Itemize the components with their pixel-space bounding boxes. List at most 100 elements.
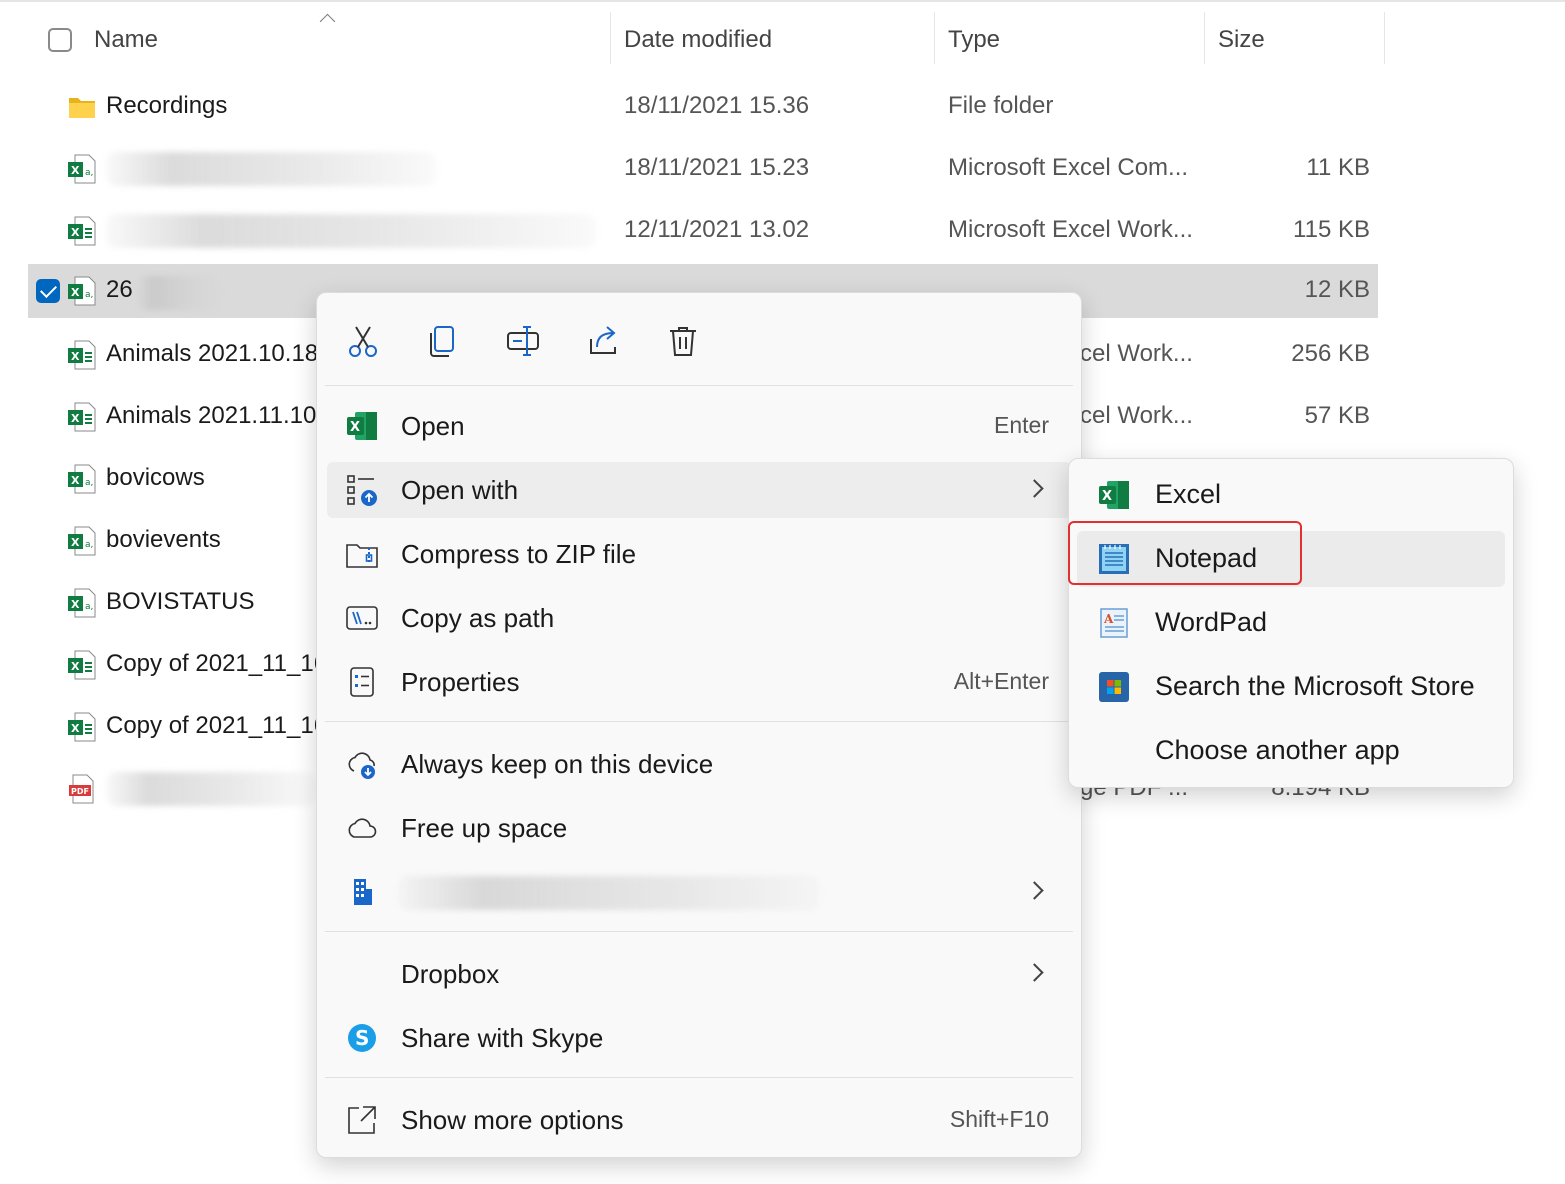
svg-text:PDF: PDF [71,787,89,796]
menu-item-label: Compress to ZIP file [401,539,637,569]
file-name: Animals 2021.11.10 [106,402,317,429]
menu-item-label: Open [401,411,465,441]
submenu-item-label: Choose another app [1155,735,1400,765]
select-all-checkbox[interactable] [48,28,72,52]
menu-item-properties[interactable]: Properties Alt+Enter [327,654,1071,710]
menu-item-copy-as-path[interactable]: Copy as path [327,590,1071,646]
chevron-right-icon [1025,963,1044,982]
file-name: bovievents [106,526,221,553]
menu-separator [325,385,1073,386]
submenu-item-wordpad[interactable]: A WordPad [1077,595,1505,651]
menu-item-free-up-space[interactable]: Free up space [327,800,1071,856]
file-type: cel Work... [1080,402,1193,429]
svg-text:X: X [71,660,80,673]
menu-item-label: Always keep on this device [401,749,714,779]
svg-text:a,: a, [85,602,93,612]
redacted-file-name [136,276,222,310]
copy-path-icon [346,606,378,630]
svg-text:S: S [355,1026,369,1050]
annotation-highlight-notepad [1068,521,1302,585]
menu-item-show-more-options[interactable]: Show more options Shift+F10 [327,1092,1071,1148]
file-date: 12/11/2021 13.02 [624,216,810,243]
zip-folder-icon [346,544,378,568]
column-divider[interactable] [934,12,935,64]
column-size-header[interactable]: Size [1218,26,1265,54]
file-row[interactable]: X 12/11/2021 13.02 Microsoft Excel Work.… [28,204,1378,258]
microsoft-store-icon [1099,672,1129,702]
file-size: 12 KB [1304,276,1370,303]
file-name: Copy of 2021_11_16 [106,712,328,739]
column-name-header[interactable]: Name [94,26,158,54]
open-with-icon [347,475,377,506]
svg-text:X: X [350,420,360,435]
svg-text:a,: a, [85,478,93,488]
svg-text:X: X [71,350,80,363]
shortcut-label: Alt+Enter [953,668,1049,694]
copy-button[interactable] [419,317,467,365]
excel-workbook-file-icon: X [68,650,96,680]
excel-csv-file-icon: X a, [68,588,96,618]
excel-csv-file-icon: X a, [68,464,96,494]
svg-text:X: X [71,536,80,549]
share-button[interactable] [579,317,627,365]
open-with-submenu: X Excel Notepad A WordPad Search the Mic… [1068,458,1514,788]
chevron-right-icon [1025,479,1044,498]
menu-item-label: Properties [401,667,520,697]
cut-button[interactable] [339,317,387,365]
column-date-header[interactable]: Date modified [624,26,772,54]
menu-item-label: Free up space [401,813,568,843]
column-divider[interactable] [1384,12,1385,64]
shortcut-label: Shift+F10 [949,1106,1049,1132]
column-divider[interactable] [610,12,611,64]
menu-separator [325,1077,1073,1078]
menu-item-label: Show more options [401,1105,624,1135]
menu-item-label: Dropbox [401,959,500,989]
file-size: 256 KB [1291,340,1370,367]
svg-text:a,: a, [85,168,93,178]
excel-icon: X [347,412,377,440]
sort-ascending-icon [319,13,336,30]
svg-text:X: X [71,226,80,239]
row-checkbox[interactable] [36,279,60,303]
building-icon [354,879,372,905]
file-name: 26 [106,276,133,303]
file-row[interactable]: Recordings 18/11/2021 15.36 File folder [28,80,1378,134]
file-size: 57 KB [1304,402,1370,429]
submenu-item-label: Search the Microsoft Store [1155,671,1475,701]
excel-workbook-file-icon: X [68,402,96,432]
svg-text:X: X [71,598,80,611]
submenu-item-microsoft-store[interactable]: Search the Microsoft Store [1077,659,1505,715]
menu-item-always-keep[interactable]: Always keep on this device [327,736,1071,792]
skype-icon: S [348,1024,376,1052]
chevron-right-icon [1025,881,1044,900]
rename-button[interactable] [499,317,547,365]
excel-workbook-file-icon: X [68,712,96,742]
copy-icon [430,326,454,357]
svg-text:a,: a, [85,540,93,550]
excel-csv-file-icon: X a, [68,154,96,184]
submenu-item-choose-another-app[interactable]: Choose another app [1077,723,1505,779]
pdf-file-icon: PDF [69,774,94,804]
menu-item-open-with[interactable]: Open with [327,462,1071,518]
submenu-item-excel[interactable]: X Excel [1077,467,1505,523]
redacted-organization-name [399,876,819,910]
menu-item-organization[interactable] [327,864,1071,920]
file-type: cel Work... [1080,340,1193,367]
file-date: 18/11/2021 15.36 [624,92,810,119]
file-name: BOVISTATUS [106,588,255,615]
menu-item-share-skype[interactable]: S Share with Skype [327,1010,1071,1066]
svg-text:X: X [71,412,80,425]
column-divider[interactable] [1204,12,1205,64]
file-size: 11 KB [1306,154,1370,181]
column-type-header[interactable]: Type [948,26,1000,54]
menu-item-open[interactable]: X Open Enter [327,398,1071,454]
svg-text:X: X [71,722,80,735]
file-row[interactable]: X a, 18/11/2021 15.23 Microsoft Excel Co… [28,142,1378,196]
show-more-icon [348,1106,376,1134]
menu-item-compress-zip[interactable]: Compress to ZIP file [327,526,1071,582]
folder-icon [69,98,95,118]
menu-separator [325,721,1073,722]
menu-item-dropbox[interactable]: Dropbox [327,946,1071,1002]
file-name: Animals 2021.10.18 [106,340,319,367]
delete-button[interactable] [659,317,707,365]
